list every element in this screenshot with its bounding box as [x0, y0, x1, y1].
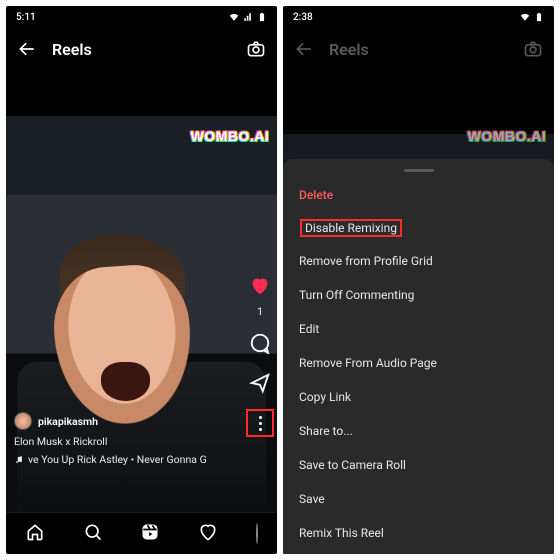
menu-disable-remixing[interactable]: Disable Remixing	[299, 218, 403, 238]
status-time: 2:38	[293, 12, 313, 23]
battery-icon	[534, 12, 544, 22]
nav-reels-icon[interactable]	[140, 522, 160, 546]
caption-text: Elon Musk x Rickroll	[14, 435, 233, 448]
reels-header: Reels	[6, 28, 277, 70]
like-count: 1	[257, 307, 263, 318]
menu-delete[interactable]: Delete	[283, 178, 554, 212]
camera-icon[interactable]	[245, 38, 267, 60]
left-screenshot: 5:11 Reels WOMBO.AI 1	[6, 6, 277, 554]
author-avatar[interactable]	[14, 412, 32, 430]
menu-share-to[interactable]: Share to...	[283, 414, 554, 448]
page-title: Reels	[52, 40, 92, 59]
caption-area: pikapikasmh Elon Musk x Rickroll ve You …	[14, 412, 233, 466]
wifi-icon	[520, 12, 530, 22]
author-username[interactable]: pikapikasmh	[38, 415, 98, 428]
audio-row[interactable]: ve You Up Rick Astley • Never Gonna G	[14, 453, 233, 466]
nav-search-icon[interactable]	[83, 522, 103, 546]
nav-activity-icon[interactable]	[198, 522, 218, 546]
more-options-button[interactable]	[249, 412, 271, 434]
watermark: WOMBO.AI	[190, 128, 269, 144]
menu-remix[interactable]: Remix This Reel	[283, 516, 554, 550]
status-time: 5:11	[16, 12, 36, 23]
audio-text: ve You Up Rick Astley • Never Gonna G	[28, 453, 207, 466]
menu-disable-remixing-row[interactable]: Disable Remixing	[283, 212, 554, 244]
reels-header: Reels	[283, 28, 554, 70]
wifi-icon	[229, 12, 239, 22]
right-screenshot: 2:38 Reels WOMBO.AI Delete Disable Remix…	[283, 6, 554, 554]
page-title: Reels	[329, 40, 369, 59]
nav-home-icon[interactable]	[25, 522, 45, 546]
share-button[interactable]	[249, 372, 271, 398]
menu-edit[interactable]: Edit	[283, 312, 554, 346]
battery-icon	[257, 12, 267, 22]
menu-remove-grid[interactable]: Remove from Profile Grid	[283, 244, 554, 278]
bottom-nav	[6, 512, 277, 554]
status-bar: 5:11	[6, 6, 277, 28]
reel-video[interactable]: WOMBO.AI 1 pikapikasmh Elon Musk x Rickr…	[6, 70, 277, 512]
signal-icon	[243, 12, 253, 22]
like-button[interactable]	[249, 275, 271, 301]
back-icon[interactable]	[293, 38, 315, 60]
reel-video-dimmed: WOMBO.AI Delete Disable Remixing Remove …	[283, 70, 554, 554]
menu-copy-link[interactable]: Copy Link	[283, 380, 554, 414]
status-bar: 2:38	[283, 6, 554, 28]
camera-icon[interactable]	[522, 38, 544, 60]
options-sheet: Delete Disable Remixing Remove from Prof…	[283, 159, 554, 554]
comment-button[interactable]	[249, 332, 271, 358]
back-icon[interactable]	[16, 38, 38, 60]
sheet-handle[interactable]	[404, 169, 434, 172]
menu-save-camera-roll[interactable]: Save to Camera Roll	[283, 448, 554, 482]
menu-turn-off-commenting[interactable]: Turn Off Commenting	[283, 278, 554, 312]
nav-profile-avatar[interactable]	[256, 524, 258, 543]
menu-save[interactable]: Save	[283, 482, 554, 516]
action-rail: 1	[249, 275, 271, 434]
menu-remove-audio[interactable]: Remove From Audio Page	[283, 346, 554, 380]
